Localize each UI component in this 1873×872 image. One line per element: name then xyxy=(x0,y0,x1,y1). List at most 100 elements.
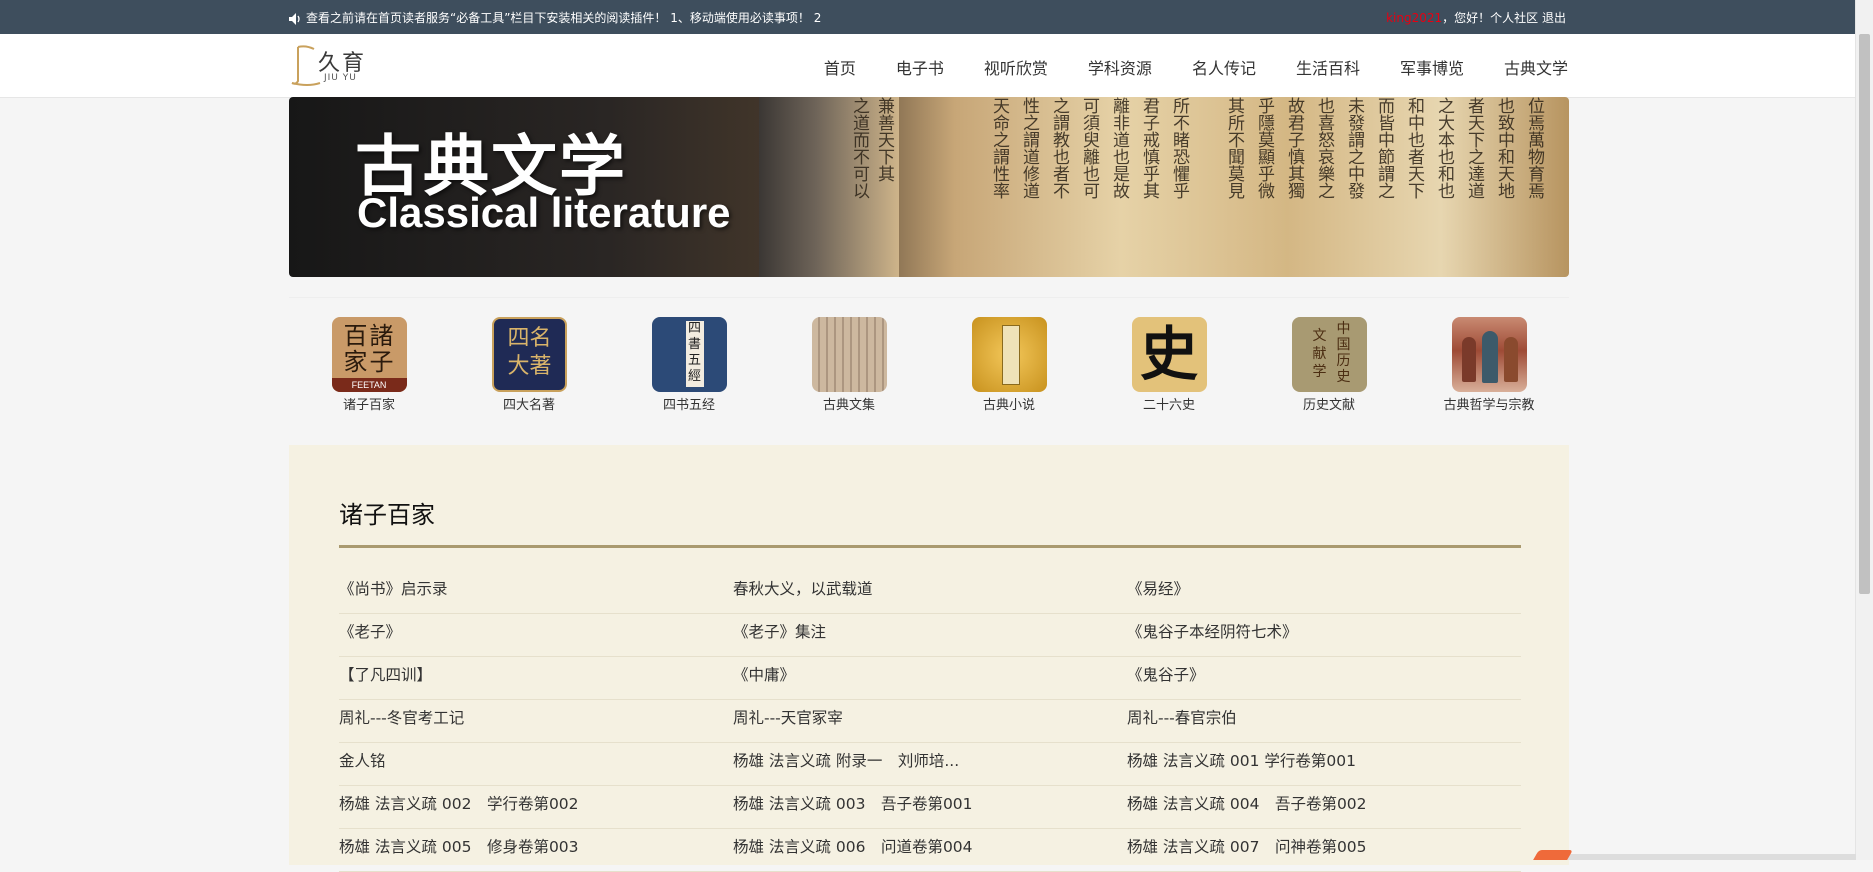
book-text-decoration: 者天下之達道 xyxy=(1464,97,1484,199)
list-item[interactable]: 杨雄 法言义疏 001 学行卷第001 xyxy=(1127,743,1521,786)
menu-audiovisual[interactable]: 视听欣赏 xyxy=(984,55,1048,79)
username-link[interactable]: king2021 xyxy=(1386,11,1442,25)
list-item[interactable]: 《老子》集注 xyxy=(733,614,1127,657)
gudianwenji-icon xyxy=(811,317,887,392)
sidamingzhu-icon: 四名 大著 xyxy=(491,317,567,392)
menu-subject-resources[interactable]: 学科资源 xyxy=(1088,55,1152,79)
category-label: 古典文集 xyxy=(822,398,875,413)
bottom-floating-widget xyxy=(1533,850,1856,860)
vertical-scrollbar[interactable] xyxy=(1855,0,1873,860)
list-item[interactable]: 《老子》 xyxy=(339,614,733,657)
list-row: 【了凡四训】 《中庸》 《鬼谷子》 xyxy=(339,657,1521,700)
menu-ebook[interactable]: 电子书 xyxy=(896,55,944,79)
book-text-decoration: 故君子慎其獨 xyxy=(1284,97,1304,199)
community-link[interactable]: 个人社区 xyxy=(1490,11,1538,25)
hero-banner: 之道而不可以 兼善天下其 天命之謂性率 性之謂道修道 之謂教也者不 可須臾離也可… xyxy=(289,97,1569,277)
list-item[interactable]: 《尚书》启示录 xyxy=(339,571,733,614)
category-label: 诸子百家 xyxy=(342,398,395,413)
speaker-icon xyxy=(289,12,300,25)
list-item[interactable]: 《鬼谷子本经阴符七术》 xyxy=(1127,614,1521,657)
gudianxiaoshuo-icon xyxy=(971,317,1047,392)
list-item[interactable]: 【了凡四训】 xyxy=(339,657,733,700)
category-gudianwenji[interactable]: 古典文集 xyxy=(769,317,929,413)
list-item[interactable]: 杨雄 法言义疏 004 吾子卷第002 xyxy=(1127,786,1521,829)
category-label: 历史文献 xyxy=(1302,398,1355,413)
floating-tab[interactable] xyxy=(1533,850,1573,860)
list-row: 《老子》 《老子》集注 《鬼谷子本经阴符七术》 xyxy=(339,614,1521,657)
list-item[interactable]: 周礼---天官冢宰 xyxy=(733,700,1127,743)
book-text-decoration: 也致中和天地 xyxy=(1494,97,1514,199)
feetan-text: FEETAN xyxy=(331,378,407,392)
list-item[interactable]: 杨雄 法言义疏 006 问道卷第004 xyxy=(733,829,1127,872)
banner-title-en: Classical literature xyxy=(357,189,731,236)
category-label: 古典哲学与宗教 xyxy=(1443,398,1535,413)
section-title: 诸子百家 xyxy=(339,501,435,529)
menu-military[interactable]: 军事博览 xyxy=(1400,55,1464,79)
notice: 查看之前请在首页读者服务“必备工具”栏目下安装相关的阅读插件！ 1、移动端使用必… xyxy=(289,9,821,26)
book-text-decoration: 可須臾離也可 xyxy=(1079,97,1099,199)
list-row: 周礼---冬官考工记 周礼---天官冢宰 周礼---春官宗伯 xyxy=(339,700,1521,743)
ershiliushi-icon: 史 xyxy=(1131,317,1207,392)
list-item[interactable]: 杨雄 法言义疏 002 学行卷第002 xyxy=(339,786,733,829)
list-row: 金人铭 杨雄 法言义疏 附录一 刘师培... 杨雄 法言义疏 001 学行卷第0… xyxy=(339,743,1521,786)
user-area: king2021，您好！个人社区 退出 xyxy=(1386,9,1566,26)
book-text-decoration: 乎隱莫顯乎微 xyxy=(1254,97,1274,199)
book-text-decoration: 兼善天下其 xyxy=(874,97,894,182)
category-sidamingzhu[interactable]: 四名 大著 四大名著 xyxy=(449,317,609,413)
list-item[interactable]: 《易经》 xyxy=(1127,571,1521,614)
list-item[interactable]: 杨雄 法言义疏 005 修身卷第003 xyxy=(339,829,733,872)
list-item[interactable]: 春秋大义，以武载道 xyxy=(733,571,1127,614)
sishuwujing-icon: 四書五經 xyxy=(651,317,727,392)
category-lishiwenxian[interactable]: 中国历史 文献学 历史文献 xyxy=(1249,317,1409,413)
book-text-decoration: 其所不聞莫見 xyxy=(1224,97,1244,199)
category-label: 二十六史 xyxy=(1142,398,1195,413)
book-text-decoration: 之道而不可以 xyxy=(849,97,869,199)
category-zhexuezongjiao[interactable]: 古典哲学与宗教 xyxy=(1409,317,1569,413)
category-zhuzibaijia[interactable]: 百諸 家子 FEETAN 诸子百家 xyxy=(289,317,449,413)
book-text-decoration: 所不睹恐懼乎 xyxy=(1169,97,1189,199)
logo-en: JIU YU xyxy=(324,73,357,83)
book-text-decoration: 而皆中節謂之 xyxy=(1374,97,1394,199)
list-row: 《尚书》启示录 春秋大义，以武载道 《易经》 xyxy=(339,571,1521,614)
article-list: 《尚书》启示录 春秋大义，以武载道 《易经》 《老子》 《老子》集注 《鬼谷子本… xyxy=(339,571,1521,872)
main-nav: 久育 JIU YU 首页 电子书 视听欣赏 学科资源 名人传记 生活百科 军事博… xyxy=(0,34,1873,98)
lishiwenxian-icon: 中国历史 文献学 xyxy=(1291,317,1367,392)
category-gudianxiaoshuo[interactable]: 古典小说 xyxy=(929,317,1089,413)
section-divider xyxy=(339,545,1521,548)
book-text-decoration: 君子戒慎乎其 xyxy=(1139,97,1159,199)
list-item[interactable]: 《鬼谷子》 xyxy=(1127,657,1521,700)
category-label: 四大名著 xyxy=(502,398,555,413)
menu-classical-literature[interactable]: 古典文学 xyxy=(1504,55,1568,79)
logout-link[interactable]: 退出 xyxy=(1542,11,1566,25)
book-text-decoration: 之大本也和也 xyxy=(1434,97,1454,199)
list-item[interactable]: 周礼---冬官考工记 xyxy=(339,700,733,743)
zhuzibaijia-icon: 百諸 家子 FEETAN xyxy=(331,317,407,392)
list-item[interactable]: 杨雄 法言义疏 003 吾子卷第001 xyxy=(733,786,1127,829)
book-text-decoration: 性之謂道修道 xyxy=(1019,97,1039,199)
category-label: 四书五经 xyxy=(662,398,715,413)
section-panel: 诸子百家 《尚书》启示录 春秋大义，以武载道 《易经》 《老子》 《老子》集注 … xyxy=(289,445,1569,872)
category-sishuwujing[interactable]: 四書五經 四书五经 xyxy=(609,317,769,413)
book-text-decoration: 未發謂之中發 xyxy=(1344,97,1364,199)
category-label: 古典小说 xyxy=(982,398,1035,413)
menu-life-encyclopedia[interactable]: 生活百科 xyxy=(1296,55,1360,79)
category-ershiliushi[interactable]: 史 二十六史 xyxy=(1089,317,1249,413)
book-text-decoration: 也喜怒哀樂之 xyxy=(1314,97,1334,199)
category-bar: 百諸 家子 FEETAN 诸子百家 四名 大著 四大名著 四書五經 四书五经 古典文… xyxy=(289,297,1569,418)
book-text-decoration: 離非道也是故 xyxy=(1109,97,1129,199)
book-text-decoration: 之謂教也者不 xyxy=(1049,97,1069,199)
main-menu: 首页 电子书 视听欣赏 学科资源 名人传记 生活百科 军事博览 古典文学 xyxy=(784,55,1568,79)
book-text-decoration: 位焉萬物育焉 xyxy=(1524,97,1544,199)
list-item[interactable]: 周礼---春官宗伯 xyxy=(1127,700,1521,743)
list-item[interactable]: 杨雄 法言义疏 007 问神卷第005 xyxy=(1127,829,1521,872)
list-row: 杨雄 法言义疏 005 修身卷第003 杨雄 法言义疏 006 问道卷第004 … xyxy=(339,829,1521,872)
menu-home[interactable]: 首页 xyxy=(824,55,856,79)
site-logo[interactable]: 久育 JIU YU xyxy=(288,43,368,87)
list-item[interactable]: 杨雄 法言义疏 附录一 刘师培... xyxy=(733,743,1127,786)
scroll-logo-icon xyxy=(291,45,321,86)
list-item[interactable]: 金人铭 xyxy=(339,743,733,786)
list-item[interactable]: 《中庸》 xyxy=(733,657,1127,700)
list-row: 杨雄 法言义疏 002 学行卷第002 杨雄 法言义疏 003 吾子卷第001 … xyxy=(339,786,1521,829)
scrollbar-thumb[interactable] xyxy=(1859,34,1870,594)
menu-biographies[interactable]: 名人传记 xyxy=(1192,55,1256,79)
